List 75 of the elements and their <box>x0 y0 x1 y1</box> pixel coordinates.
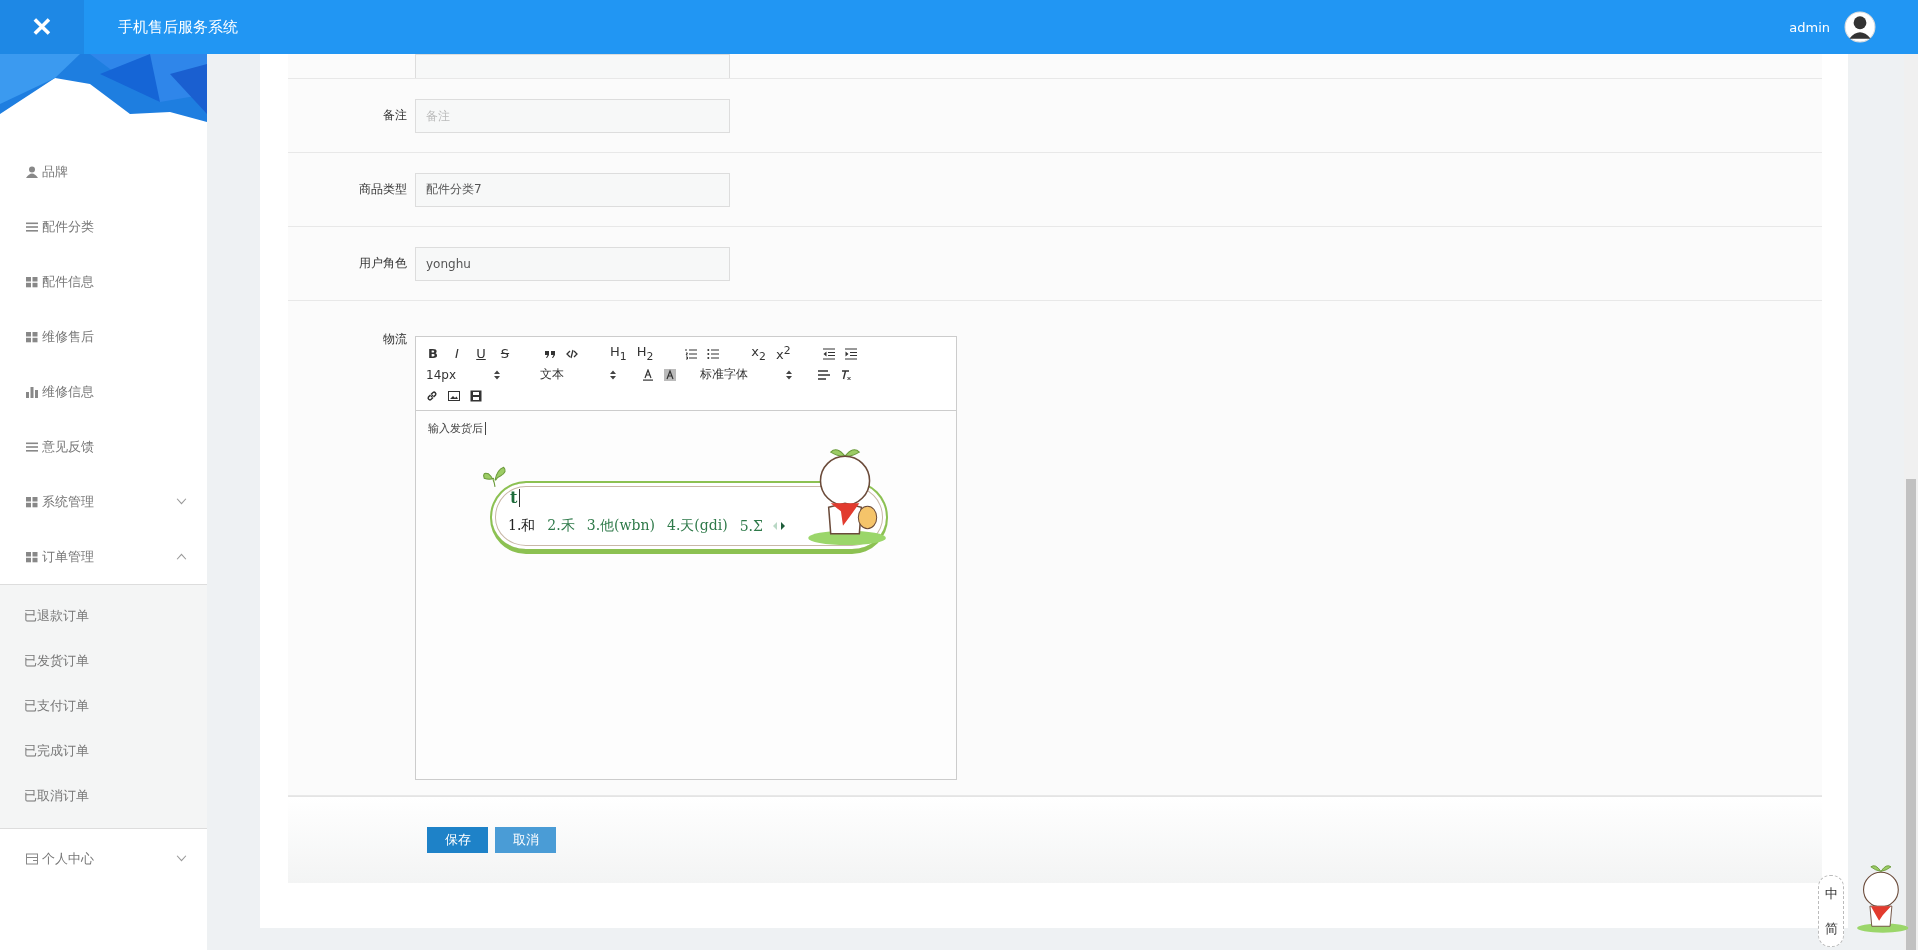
menu-item[interactable]: 维修售后 <box>0 309 207 364</box>
bullet-list-icon[interactable] <box>707 347 720 360</box>
avatar-icon[interactable] <box>1844 11 1876 43</box>
ime-composition: t <box>510 489 521 507</box>
image-icon[interactable] <box>448 389 460 402</box>
save-button[interactable]: 保存 <box>427 827 488 853</box>
input-field[interactable]: yonghu <box>415 246 730 281</box>
outdent-icon[interactable] <box>822 347 835 360</box>
ime-status-text[interactable]: 中 <box>1824 884 1838 903</box>
input-field[interactable]: 配件分类7 <box>415 172 730 207</box>
field-label: 用户角色 <box>358 255 408 272</box>
toolbar-select[interactable]: 文本 <box>540 366 600 383</box>
submenu-item[interactable]: 已发货订单 <box>0 638 207 683</box>
submenu-item[interactable]: 已取消订单 <box>0 773 207 818</box>
grid-icon <box>26 275 38 288</box>
format-button[interactable]: S <box>498 346 512 361</box>
field-label: 物流 <box>382 331 408 348</box>
app-title: 手机售后服务系统 <box>118 17 238 37</box>
editor-text: 输入发货后 <box>428 421 483 436</box>
updown-icon <box>786 369 792 380</box>
cancel-button[interactable]: 取消 <box>495 827 556 853</box>
text-color-icon[interactable] <box>642 368 654 381</box>
menu-item[interactable]: 维修信息 <box>0 364 207 419</box>
align-icon[interactable] <box>818 368 830 381</box>
submenu-item[interactable]: 已支付订单 <box>0 683 207 728</box>
user-icon <box>26 165 38 178</box>
submenu-item[interactable]: 已退款订单 <box>0 593 207 638</box>
highlight-icon[interactable] <box>664 368 676 381</box>
grid-icon <box>26 550 38 563</box>
heading-button[interactable]: H$_{2}$ <box>636 344 654 363</box>
submenu-item[interactable]: 已完成订单 <box>0 728 207 773</box>
ime-candidate[interactable]: 3.他(wbn) <box>586 517 655 535</box>
heading-button[interactable]: H$_{1}$ <box>610 344 627 363</box>
user-name[interactable]: admin <box>1789 19 1830 35</box>
code-icon[interactable] <box>566 347 578 360</box>
menu-item[interactable]: 配件分类 <box>0 199 207 254</box>
toolbar-select[interactable]: 标准字体 <box>700 366 776 383</box>
video-icon[interactable] <box>470 389 482 402</box>
list-icon <box>26 220 38 233</box>
format-button[interactable]: B <box>426 346 440 361</box>
link-icon[interactable] <box>426 389 438 402</box>
input-field[interactable]: 备注 <box>415 98 730 133</box>
sprout-icon <box>482 465 508 487</box>
updown-icon <box>610 369 616 380</box>
menu-item[interactable]: 系统管理 <box>0 474 207 529</box>
input-field[interactable] <box>415 54 730 78</box>
card-icon <box>26 852 38 865</box>
menu-item[interactable]: 订单管理 <box>0 529 207 584</box>
ime-candidate[interactable]: 2.禾 <box>547 517 575 535</box>
ime-candidate[interactable]: 1.和 <box>508 517 536 535</box>
ime-candidate[interactable]: 5.Σ <box>739 518 763 534</box>
ime-status-bar[interactable]: 中 简 <box>1818 875 1844 947</box>
bar-chart-icon <box>26 385 38 398</box>
script-button[interactable]: x$_{2}$ <box>751 344 766 363</box>
list-icon <box>26 440 38 453</box>
updown-icon <box>494 369 500 380</box>
field-label: 商品类型 <box>358 181 408 198</box>
menu-item[interactable]: 意见反馈 <box>0 419 207 474</box>
indent-icon[interactable] <box>844 347 857 360</box>
grid-icon <box>26 495 38 508</box>
menu-item[interactable]: 品牌 <box>0 144 207 199</box>
toolbar-select[interactable]: 14px <box>426 367 484 382</box>
format-button[interactable]: I <box>450 346 464 361</box>
numbered-list-icon[interactable] <box>685 347 698 360</box>
script-button[interactable]: x$^{2}$ <box>775 344 791 363</box>
close-button[interactable]: ✕ <box>0 0 84 54</box>
menu-item[interactable]: 个人中心 <box>0 831 207 886</box>
format-button[interactable]: U <box>474 346 488 361</box>
ime-status-text[interactable]: 简 <box>1824 919 1838 938</box>
field-label: 备注 <box>382 107 408 124</box>
ime-candidate[interactable]: 4.天(gdi) <box>666 517 728 535</box>
menu-item[interactable]: 配件信息 <box>0 254 207 309</box>
clear-format-icon[interactable] <box>840 368 852 381</box>
grid-icon <box>26 330 38 343</box>
scrollbar-thumb[interactable] <box>1906 479 1916 950</box>
